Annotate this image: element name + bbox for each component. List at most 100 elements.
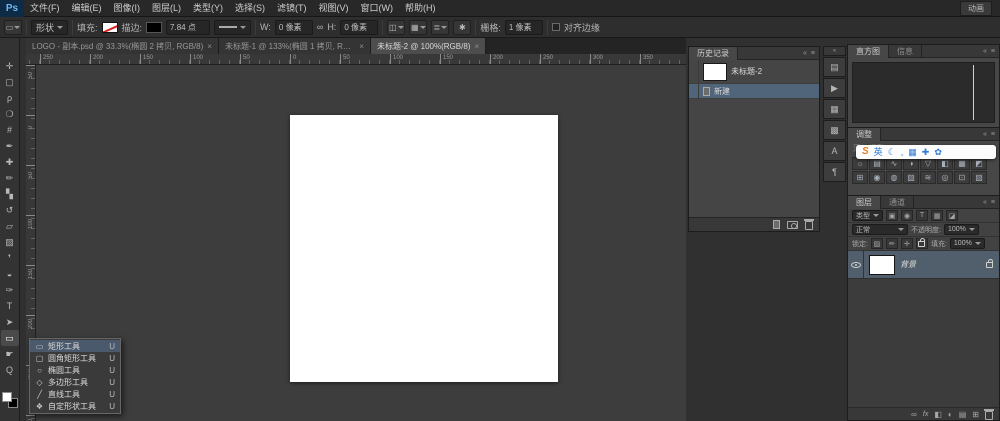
layer-row-background[interactable]: 背景 <box>848 251 999 279</box>
geometry-options-button[interactable]: ✱ <box>453 20 471 35</box>
layer-visibility-well[interactable] <box>848 251 864 278</box>
lock-transparent-pixels-icon[interactable]: ▨ <box>871 238 883 249</box>
brush-presets-panel-icon[interactable]: ▤ <box>823 57 846 77</box>
move-tool[interactable]: ✛ <box>1 58 19 74</box>
flyout-item-rectangle-tool[interactable]: ▭ 矩形工具 U <box>30 340 120 352</box>
menu-item-image[interactable]: 图像(I) <box>108 0 147 16</box>
pen-tool[interactable]: ✑ <box>1 282 19 298</box>
new-group-icon[interactable]: ▤ <box>959 410 967 419</box>
menu-item-help[interactable]: 帮助(H) <box>399 0 442 16</box>
document-canvas[interactable] <box>290 115 558 382</box>
align-edges-checkbox[interactable] <box>552 23 560 31</box>
adjustment-icon[interactable]: ⊡ <box>954 171 970 184</box>
new-layer-icon[interactable]: ⊞ <box>972 410 979 419</box>
doc-tab-logo-psd[interactable]: LOGO - 副本.psd @ 33.3%(椭圆 2 拷贝, RGB/8) × <box>26 38 219 54</box>
fill-swatch-none[interactable] <box>102 22 118 33</box>
filter-shape-layers-icon[interactable]: ▦ <box>931 210 943 221</box>
path-operations-button[interactable]: ◫ <box>387 20 405 35</box>
adjustment-icon[interactable]: ◎ <box>937 171 953 184</box>
close-icon[interactable]: × <box>359 42 364 51</box>
link-dimensions-icon[interactable]: ∞ <box>317 22 323 32</box>
adjustment-icon[interactable]: ≋ <box>920 171 936 184</box>
flyout-item-polygon-tool[interactable]: ◇ 多边形工具 U <box>30 376 120 388</box>
path-selection-tool[interactable]: ➤ <box>1 314 19 330</box>
history-brush-source-well[interactable] <box>689 60 699 83</box>
stroke-swatch[interactable] <box>146 22 162 33</box>
adjustment-icon[interactable]: ◍ <box>886 171 902 184</box>
flyout-item-custom-shape-tool[interactable]: ❖ 自定形状工具 U <box>30 400 120 412</box>
panel-menu-icon[interactable]: ≡ <box>991 48 995 55</box>
clone-stamp-tool[interactable]: ▚ <box>1 186 19 202</box>
lock-image-pixels-icon[interactable]: ✏ <box>886 238 898 249</box>
collapse-panel-icon[interactable]: « <box>983 48 987 55</box>
menu-item-type[interactable]: 类型(Y) <box>187 0 229 16</box>
swatches-panel-icon[interactable]: ▩ <box>823 120 846 140</box>
new-adjustment-layer-icon[interactable]: ◐ <box>948 410 953 419</box>
collapse-panel-icon[interactable]: « <box>983 199 987 206</box>
filter-adjustment-layers-icon[interactable]: ◉ <box>901 210 913 221</box>
close-icon[interactable]: × <box>474 42 479 51</box>
adjustment-icon[interactable]: ◉ <box>869 171 885 184</box>
delete-layer-icon[interactable] <box>985 411 993 420</box>
tab-histogram[interactable]: 直方图 <box>848 45 889 58</box>
tool-mode-select[interactable]: 形状 <box>31 20 68 35</box>
tab-history[interactable]: 历史记录 <box>689 47 738 60</box>
layer-style-icon[interactable]: fx <box>923 411 928 418</box>
healing-brush-tool[interactable]: ✚ <box>1 154 19 170</box>
layer-thumbnail[interactable] <box>869 255 895 275</box>
eyedropper-tool[interactable]: ✒ <box>1 138 19 154</box>
menu-item-file[interactable]: 文件(F) <box>24 0 66 16</box>
ime-fullwidth-toggle[interactable]: ☾ <box>888 145 896 159</box>
hand-tool[interactable]: ☛ <box>1 346 19 362</box>
layer-filter-type-select[interactable]: 类型 <box>852 210 883 221</box>
expand-dock-button[interactable]: « <box>823 46 846 56</box>
history-snapshot-row[interactable]: 未标题-2 <box>689 60 819 84</box>
dodge-tool[interactable]: ◒ <box>1 266 19 282</box>
gradient-tool[interactable]: ▨ <box>1 234 19 250</box>
rectangle-tool[interactable]: ▭ <box>1 330 19 346</box>
filter-smart-objects-icon[interactable]: ◪ <box>946 210 958 221</box>
actions-panel-icon[interactable]: ▶ <box>823 78 846 98</box>
ime-medical-icon[interactable]: ✚ <box>922 145 930 159</box>
panel-menu-icon[interactable]: ≡ <box>991 199 995 206</box>
shape-height-input[interactable] <box>340 20 378 35</box>
lasso-tool[interactable]: ρ <box>1 90 19 106</box>
adjustment-icon[interactable]: ▨ <box>903 171 919 184</box>
tab-layers[interactable]: 图层 <box>848 196 881 209</box>
paragraph-panel-icon[interactable]: ¶ <box>823 162 846 182</box>
history-state-row[interactable]: 新建 <box>689 84 819 99</box>
new-snapshot-icon[interactable] <box>787 221 798 229</box>
blend-mode-select[interactable]: 正常 <box>852 224 908 235</box>
path-alignment-button[interactable]: ▦ <box>409 20 427 35</box>
ime-logo[interactable]: S <box>862 145 869 159</box>
delete-state-icon[interactable] <box>805 221 813 230</box>
blur-tool[interactable]: ❜ <box>1 250 19 266</box>
ime-language-toggle[interactable]: 英 <box>874 145 883 159</box>
zoom-tool[interactable]: Q <box>1 362 19 378</box>
ime-punctuation-toggle[interactable]: , <box>901 145 904 159</box>
eraser-tool[interactable]: ▱ <box>1 218 19 234</box>
brush-tool[interactable]: ✏ <box>1 170 19 186</box>
collapse-panel-icon[interactable]: « <box>803 50 807 57</box>
shape-width-input[interactable] <box>275 20 313 35</box>
foreground-color-swatch[interactable] <box>2 392 12 402</box>
flyout-item-rounded-rectangle-tool[interactable]: ▢ 圆角矩形工具 U <box>30 352 120 364</box>
ime-skin-icon[interactable]: ✿ <box>934 145 942 159</box>
crop-tool[interactable]: # <box>1 122 19 138</box>
tab-adjustments[interactable]: 调整 <box>848 128 881 141</box>
type-tool[interactable]: T <box>1 298 19 314</box>
menu-item-view[interactable]: 视图(V) <box>313 0 355 16</box>
filter-type-layers-icon[interactable]: T <box>916 210 928 221</box>
lock-position-icon[interactable]: ✛ <box>901 238 913 249</box>
workspace-switcher-button[interactable]: 动画 <box>960 1 992 16</box>
fill-opacity-select[interactable]: 100% <box>950 238 985 249</box>
menu-item-filter[interactable]: 滤镜(T) <box>271 0 313 16</box>
character-panel-icon[interactable]: A <box>823 141 846 161</box>
opacity-select[interactable]: 100% <box>944 224 979 235</box>
tab-channels[interactable]: 通道 <box>881 196 914 209</box>
collapse-panel-icon[interactable]: « <box>983 131 987 138</box>
path-arrangement-button[interactable]: ≣ <box>431 20 449 35</box>
stroke-style-select[interactable] <box>214 20 251 35</box>
add-layer-mask-icon[interactable]: ◧ <box>934 410 942 419</box>
history-brush-source-well[interactable] <box>689 84 699 98</box>
